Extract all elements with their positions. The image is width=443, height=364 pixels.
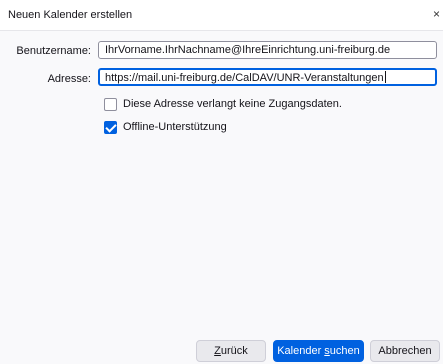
text-caret [384,71,386,83]
dialog-window: Neuen Kalender erstellen × Benutzername:… [0,0,443,364]
username-value: IhrVorname.IhrNachname@IhreEinrichtung.u… [105,44,391,56]
find-button-prefix: Kalender [277,345,325,357]
back-button-accel: Z [214,345,221,357]
back-button[interactable]: Zurück [196,340,266,362]
address-value: https://mail.uni-freiburg.de/CalDAV/UNR-… [105,72,384,84]
no-credentials-checkbox-row[interactable]: Diese Adresse verlangt keine Zugangsdate… [104,96,342,112]
address-label: Adresse: [47,73,91,85]
cancel-button-label: Abbrechen [378,345,432,357]
find-calendar-button[interactable]: Kalender s uchen [273,340,364,362]
offline-support-checkbox-row[interactable]: Offline-Unterstützung [104,119,227,135]
offline-support-checkbox[interactable] [104,120,117,134]
find-button-rest: uchen [329,345,360,357]
address-field[interactable]: https://mail.uni-freiburg.de/CalDAV/UNR-… [98,68,437,86]
window-title: Neuen Kalender erstellen [8,9,133,21]
username-field[interactable]: IhrVorname.IhrNachname@IhreEinrichtung.u… [98,41,437,59]
close-icon[interactable]: × [433,7,443,21]
no-credentials-checkbox[interactable] [104,97,117,111]
title-bar: Neuen Kalender erstellen × [0,0,443,31]
no-credentials-label: Diese Adresse verlangt keine Zugangsdate… [123,98,342,110]
offline-support-label: Offline-Unterstützung [123,121,227,133]
username-label: Benutzername: [16,45,91,57]
cancel-button[interactable]: Abbrechen [370,340,440,362]
back-button-rest: urück [220,345,248,357]
